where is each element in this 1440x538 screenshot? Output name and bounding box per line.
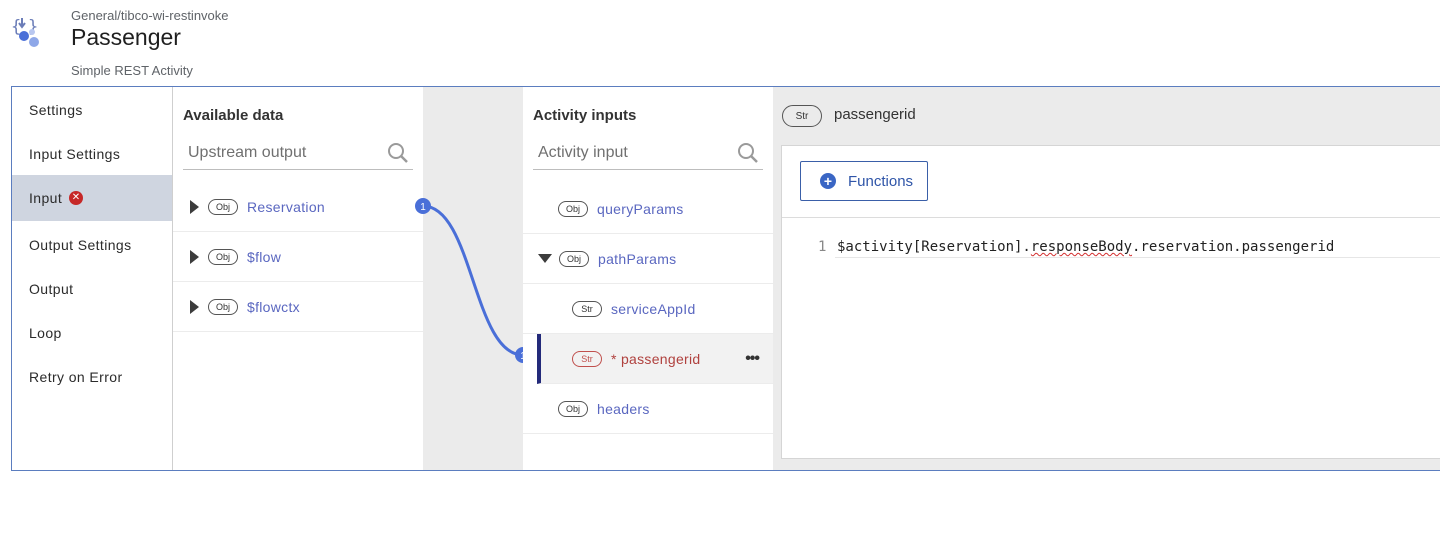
activity-inputs-panel: Activity inputs Obj queryParams Obj path… bbox=[523, 87, 773, 470]
input-item-label: queryParams bbox=[597, 200, 684, 217]
nav-item-label: Input Settings bbox=[29, 146, 121, 162]
search-icon[interactable] bbox=[737, 142, 759, 164]
tree-item-reservation[interactable]: Obj Reservation bbox=[173, 182, 423, 232]
type-badge: Obj bbox=[558, 200, 588, 217]
nav-item-input-settings[interactable]: Input Settings bbox=[12, 131, 172, 177]
available-data-panel: Available data Obj Reservation Obj $flow… bbox=[173, 87, 423, 470]
editor-divider bbox=[782, 217, 1440, 218]
available-data-title: Available data bbox=[183, 107, 284, 124]
caret-right-icon[interactable] bbox=[190, 199, 199, 214]
code-suffix: .reservation.passengerid bbox=[1132, 239, 1335, 255]
tree-item-flowctx[interactable]: Obj $flowctx bbox=[173, 282, 423, 332]
field-name: passengerid bbox=[834, 106, 916, 123]
input-item-label: pathParams bbox=[598, 250, 677, 267]
tree-item-label: Reservation bbox=[247, 198, 326, 215]
type-badge: Obj bbox=[208, 298, 238, 315]
functions-button[interactable]: + Functions bbox=[800, 161, 928, 201]
type-badge: Obj bbox=[559, 250, 589, 267]
activity-inputs-title: Activity inputs bbox=[533, 107, 637, 124]
activity-input-search-input[interactable] bbox=[533, 137, 730, 169]
upstream-search bbox=[183, 137, 413, 170]
source-badge: 1 bbox=[420, 202, 426, 213]
caret-right-icon[interactable] bbox=[190, 299, 199, 314]
nav-item-label: Output Settings bbox=[29, 237, 132, 253]
settings-nav: Settings Input Settings Input ✕ Output Se… bbox=[12, 87, 173, 470]
caret-down-icon[interactable] bbox=[538, 254, 552, 263]
rest-activity-icon: { } bbox=[11, 17, 39, 47]
nav-item-label: Retry on Error bbox=[29, 369, 123, 385]
functions-button-label: Functions bbox=[848, 172, 914, 190]
input-item-queryparams[interactable]: Obj queryParams bbox=[523, 184, 773, 234]
plus-circle-icon: + bbox=[820, 173, 836, 189]
code-prefix: $activity[Reservation]. bbox=[837, 239, 1031, 255]
activity-input-search bbox=[533, 137, 763, 170]
nav-item-retry-on-error[interactable]: Retry on Error bbox=[12, 354, 172, 400]
nav-item-input[interactable]: Input ✕ bbox=[12, 175, 172, 221]
more-icon[interactable]: ••• bbox=[745, 350, 760, 368]
breadcrumb[interactable]: General/tibco-wi-restinvoke bbox=[71, 8, 229, 23]
input-item-passengerid[interactable]: Str * passengerid ••• bbox=[537, 334, 773, 384]
type-badge: Str bbox=[572, 350, 602, 367]
nav-item-label: Input bbox=[29, 190, 63, 206]
tree-item-flow[interactable]: Obj $flow bbox=[173, 232, 423, 282]
code-error-token: responseBody bbox=[1030, 239, 1133, 255]
tree-item-label: $flowctx bbox=[247, 298, 300, 315]
error-icon: ✕ bbox=[69, 191, 84, 205]
field-type-badge: Str bbox=[782, 105, 822, 127]
type-badge: Obj bbox=[558, 400, 588, 417]
nav-item-settings[interactable]: Settings bbox=[12, 87, 172, 133]
input-item-headers[interactable]: Obj headers bbox=[523, 384, 773, 434]
connector-line bbox=[422, 204, 524, 357]
nav-item-output-settings[interactable]: Output Settings bbox=[12, 222, 172, 268]
line-number: 1 bbox=[818, 239, 827, 255]
input-item-pathparams[interactable]: Obj pathParams bbox=[523, 234, 773, 284]
type-badge: Obj bbox=[208, 198, 238, 215]
mapping-connector: 1 1 bbox=[415, 198, 531, 363]
type-badge: Obj bbox=[208, 248, 238, 265]
code-line-underline bbox=[835, 257, 1440, 258]
nav-item-label: Output bbox=[29, 281, 74, 297]
type-badge: Str bbox=[572, 300, 602, 317]
nav-item-loop[interactable]: Loop bbox=[12, 310, 172, 356]
input-item-label: headers bbox=[597, 400, 650, 417]
input-item-label: serviceAppId bbox=[611, 300, 696, 317]
code-line[interactable]: $activity[Reservation].responseBody.rese… bbox=[837, 239, 1334, 255]
nav-item-output[interactable]: Output bbox=[12, 266, 172, 312]
input-item-label: * passengerid bbox=[611, 350, 701, 367]
nav-item-label: Settings bbox=[29, 102, 83, 118]
upstream-search-input[interactable] bbox=[183, 137, 380, 169]
caret-right-icon[interactable] bbox=[190, 249, 199, 264]
page-title: Passenger bbox=[71, 24, 181, 50]
tree-item-label: $flow bbox=[247, 248, 282, 265]
nav-item-label: Loop bbox=[29, 325, 62, 341]
input-item-serviceappid[interactable]: Str serviceAppId bbox=[523, 284, 773, 334]
page-subtitle: Simple REST Activity bbox=[71, 63, 193, 78]
search-icon[interactable] bbox=[387, 142, 409, 164]
